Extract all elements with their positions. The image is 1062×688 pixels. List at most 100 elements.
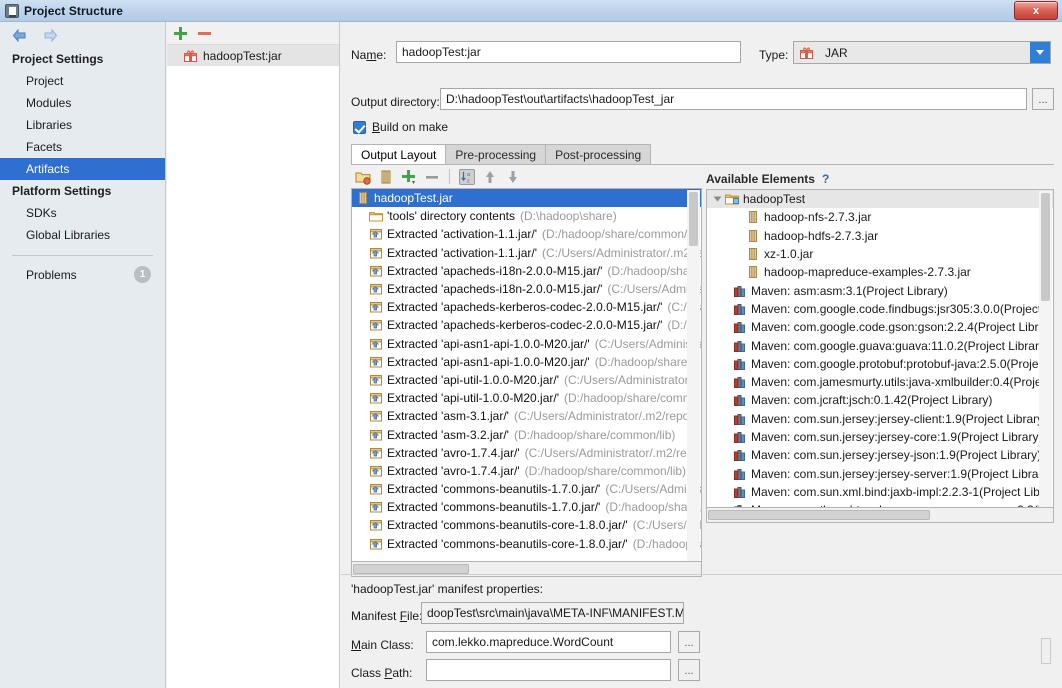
- list-item[interactable]: Maven: com.sun.jersey:jersey-client:1.9(…: [707, 410, 1053, 428]
- list-item[interactable]: Maven: com.sun.xml.bind:jaxb-impl:2.2.3-…: [707, 483, 1053, 501]
- plus-icon[interactable]: [173, 26, 188, 41]
- tab-pre-processing[interactable]: Pre-processing: [445, 144, 547, 164]
- type-label: Type:: [759, 48, 789, 62]
- list-item-label: Maven: com.sun.jersey:jersey-json:1.9: [751, 448, 956, 463]
- table-row[interactable]: Extracted 'api-asn1-api-1.0.0-M20.jar/' (…: [352, 335, 701, 353]
- scrollbar-thumb[interactable]: [353, 564, 469, 574]
- list-item[interactable]: hadoopTest:jar: [167, 45, 339, 66]
- name-input[interactable]: hadoopTest:jar: [396, 41, 741, 63]
- minus-icon[interactable]: [197, 26, 212, 41]
- list-item[interactable]: Maven: com.google.code.gson:gson:2.2.4 (P…: [707, 318, 1053, 336]
- table-row[interactable]: Extracted 'commons-beanutils-1.7.0.jar/'…: [352, 498, 701, 516]
- browse-output-directory-button[interactable]: ...: [1032, 88, 1054, 110]
- list-item[interactable]: Maven: com.sun.jersey:jersey-server:1.9(…: [707, 464, 1053, 482]
- list-item[interactable]: hadoop-mapreduce-examples-2.7.3.jar: [707, 263, 1053, 281]
- output-layout-tree[interactable]: hadoopTest.jar'tools' directory contents…: [351, 188, 702, 562]
- table-row[interactable]: Extracted 'apacheds-i18n-2.0.0-M15.jar/'…: [352, 262, 701, 280]
- list-item[interactable]: Maven: com.jamesmurty.utils:java-xmlbuil…: [707, 373, 1053, 391]
- table-row[interactable]: Extracted 'activation-1.1.jar/' (C:/Users…: [352, 244, 701, 262]
- table-row[interactable]: Extracted 'apacheds-i18n-2.0.0-M15.jar/'…: [352, 280, 701, 298]
- arrow-right-icon[interactable]: [43, 28, 58, 42]
- tree-row-label: Extracted 'apacheds-kerberos-codec-2.0.0…: [387, 300, 663, 315]
- output-layout-vertical-scrollbar[interactable]: [687, 190, 700, 561]
- minus-icon[interactable]: [424, 169, 440, 185]
- list-item-label: Maven: com.google.guava:guava:11.0.2: [751, 338, 964, 353]
- build-on-make-checkbox[interactable]: Build on make: [353, 120, 448, 134]
- table-row[interactable]: Extracted 'apacheds-kerberos-codec-2.0.0…: [352, 316, 701, 334]
- manifest-file-input[interactable]: doopTest\src\main\java\META-INF\MANIFEST…: [421, 602, 684, 624]
- sidebar-item-sdks[interactable]: SDKs: [0, 202, 165, 224]
- list-item[interactable]: Maven: com.google.protobuf:protobuf-java…: [707, 355, 1053, 373]
- list-item[interactable]: xz-1.0.jar: [707, 245, 1053, 263]
- sidebar-item-global-libraries[interactable]: Global Libraries: [0, 224, 165, 246]
- table-row[interactable]: Extracted 'activation-1.1.jar/' (D:/hadoo…: [352, 225, 701, 243]
- list-item[interactable]: hadoopTest: [707, 190, 1053, 209]
- table-row[interactable]: Extracted 'apacheds-kerberos-codec-2.0.0…: [352, 298, 701, 316]
- help-question-icon[interactable]: ?: [822, 172, 829, 186]
- scrollbar-thumb[interactable]: [1041, 193, 1050, 301]
- list-item[interactable]: Maven: com.sun.jersey:jersey-json:1.9 (Pr…: [707, 446, 1053, 464]
- tree-row-label: Extracted 'avro-1.7.4.jar/': [387, 463, 520, 478]
- sort-alphabetically-icon[interactable]: a z: [459, 168, 475, 185]
- list-item[interactable]: Maven: com.google.guava:guava:11.0.2 (Pro…: [707, 336, 1053, 354]
- table-row[interactable]: Extracted 'asm-3.1.jar/' (C:/Users/Admini…: [352, 407, 701, 425]
- sidebar-item-artifacts[interactable]: Artifacts: [0, 158, 165, 180]
- table-row[interactable]: Extracted 'commons-beanutils-core-1.8.0.…: [352, 535, 701, 553]
- type-dropdown[interactable]: JAR: [793, 41, 1051, 64]
- browse-class-path-button[interactable]: ...: [678, 659, 700, 681]
- tab-output-layout[interactable]: Output Layout: [351, 144, 447, 164]
- move-down-icon[interactable]: [505, 169, 521, 185]
- list-item-label: Maven: com.sun.jersey:jersey-core:1.9: [751, 430, 958, 444]
- add-archive-icon[interactable]: [378, 169, 394, 185]
- library-icon: [733, 448, 747, 462]
- pane-resize-handle[interactable]: [1041, 638, 1051, 664]
- chevron-down-icon[interactable]: [1030, 42, 1050, 63]
- list-item-scope: (Project Library): [862, 283, 948, 298]
- available-elements-tree[interactable]: hadoopTest hadoop-nfs-2.7.3.jar hadoop-hdf…: [706, 189, 1054, 508]
- add-directory-icon[interactable]: [355, 169, 371, 185]
- table-row[interactable]: Extracted 'commons-beanutils-1.7.0.jar/'…: [352, 480, 701, 498]
- sidebar-item-facets[interactable]: Facets: [0, 136, 165, 158]
- available-elements-vertical-scrollbar[interactable]: [1039, 191, 1052, 507]
- table-row[interactable]: Extracted 'commons-beanutils-core-1.8.0.…: [352, 516, 701, 534]
- chevron-down-icon[interactable]: [713, 196, 722, 202]
- list-item[interactable]: Maven: com.thoughtworks.paranamer:parana…: [707, 501, 1053, 507]
- tab-post-processing[interactable]: Post-processing: [545, 144, 652, 164]
- sidebar-item-libraries[interactable]: Libraries: [0, 114, 165, 136]
- library-icon: [733, 467, 747, 481]
- sidebar-item-label: Problems: [26, 267, 77, 282]
- library-icon: [733, 284, 747, 298]
- plus-dropdown-icon[interactable]: [401, 169, 417, 185]
- class-path-input[interactable]: [426, 659, 671, 681]
- scrollbar-thumb[interactable]: [689, 192, 698, 246]
- list-item[interactable]: Maven: com.sun.jersey:jersey-core:1.9 (Pr…: [707, 428, 1053, 446]
- main-class-input[interactable]: com.lekko.mapreduce.WordCount: [426, 631, 671, 653]
- list-item[interactable]: Maven: com.jcraft:jsch:0.1.42 (Project Li…: [707, 391, 1053, 409]
- output-directory-input[interactable]: D:\hadoopTest\out\artifacts\hadoopTest_j…: [440, 88, 1027, 110]
- table-row[interactable]: hadoopTest.jar: [352, 189, 701, 208]
- project-structure-icon: [5, 3, 19, 18]
- table-row[interactable]: Extracted 'api-util-1.0.0-M20.jar/' (D:/h…: [352, 389, 701, 407]
- table-row[interactable]: Extracted 'api-util-1.0.0-M20.jar/' (C:/U…: [352, 371, 701, 389]
- list-item[interactable]: Maven: asm:asm:3.1 (Project Library): [707, 281, 1053, 299]
- arrow-left-icon[interactable]: [12, 28, 27, 42]
- scrollbar-thumb[interactable]: [708, 510, 930, 520]
- browse-main-class-button[interactable]: ...: [678, 631, 700, 653]
- move-up-icon[interactable]: [482, 169, 498, 185]
- tree-row-path: (D:\hadoop\share): [519, 209, 617, 224]
- table-row[interactable]: Extracted 'avro-1.7.4.jar/' (D:/hadoop/sh…: [352, 462, 701, 480]
- list-item[interactable]: hadoop-nfs-2.7.3.jar: [707, 208, 1053, 226]
- table-row[interactable]: 'tools' directory contents (D:\hadoop\sha…: [352, 207, 701, 225]
- table-row[interactable]: Extracted 'asm-3.2.jar/' (D:/hadoop/share…: [352, 425, 701, 443]
- sidebar-item-project[interactable]: Project: [0, 70, 165, 92]
- list-item[interactable]: hadoop-hdfs-2.7.3.jar: [707, 227, 1053, 245]
- extracted-icon: [369, 300, 383, 314]
- svg-text:a: a: [467, 172, 470, 178]
- available-elements-horizontal-scrollbar[interactable]: [706, 508, 1054, 523]
- list-item[interactable]: Maven: com.google.code.findbugs:jsr305:3…: [707, 300, 1053, 318]
- sidebar-item-problems[interactable]: Problems 1: [0, 262, 165, 287]
- sidebar-item-modules[interactable]: Modules: [0, 92, 165, 114]
- table-row[interactable]: Extracted 'api-asn1-api-1.0.0-M20.jar/' (…: [352, 353, 701, 371]
- close-icon[interactable]: x: [1014, 1, 1058, 20]
- table-row[interactable]: Extracted 'avro-1.7.4.jar/' (C:/Users/Adm…: [352, 444, 701, 462]
